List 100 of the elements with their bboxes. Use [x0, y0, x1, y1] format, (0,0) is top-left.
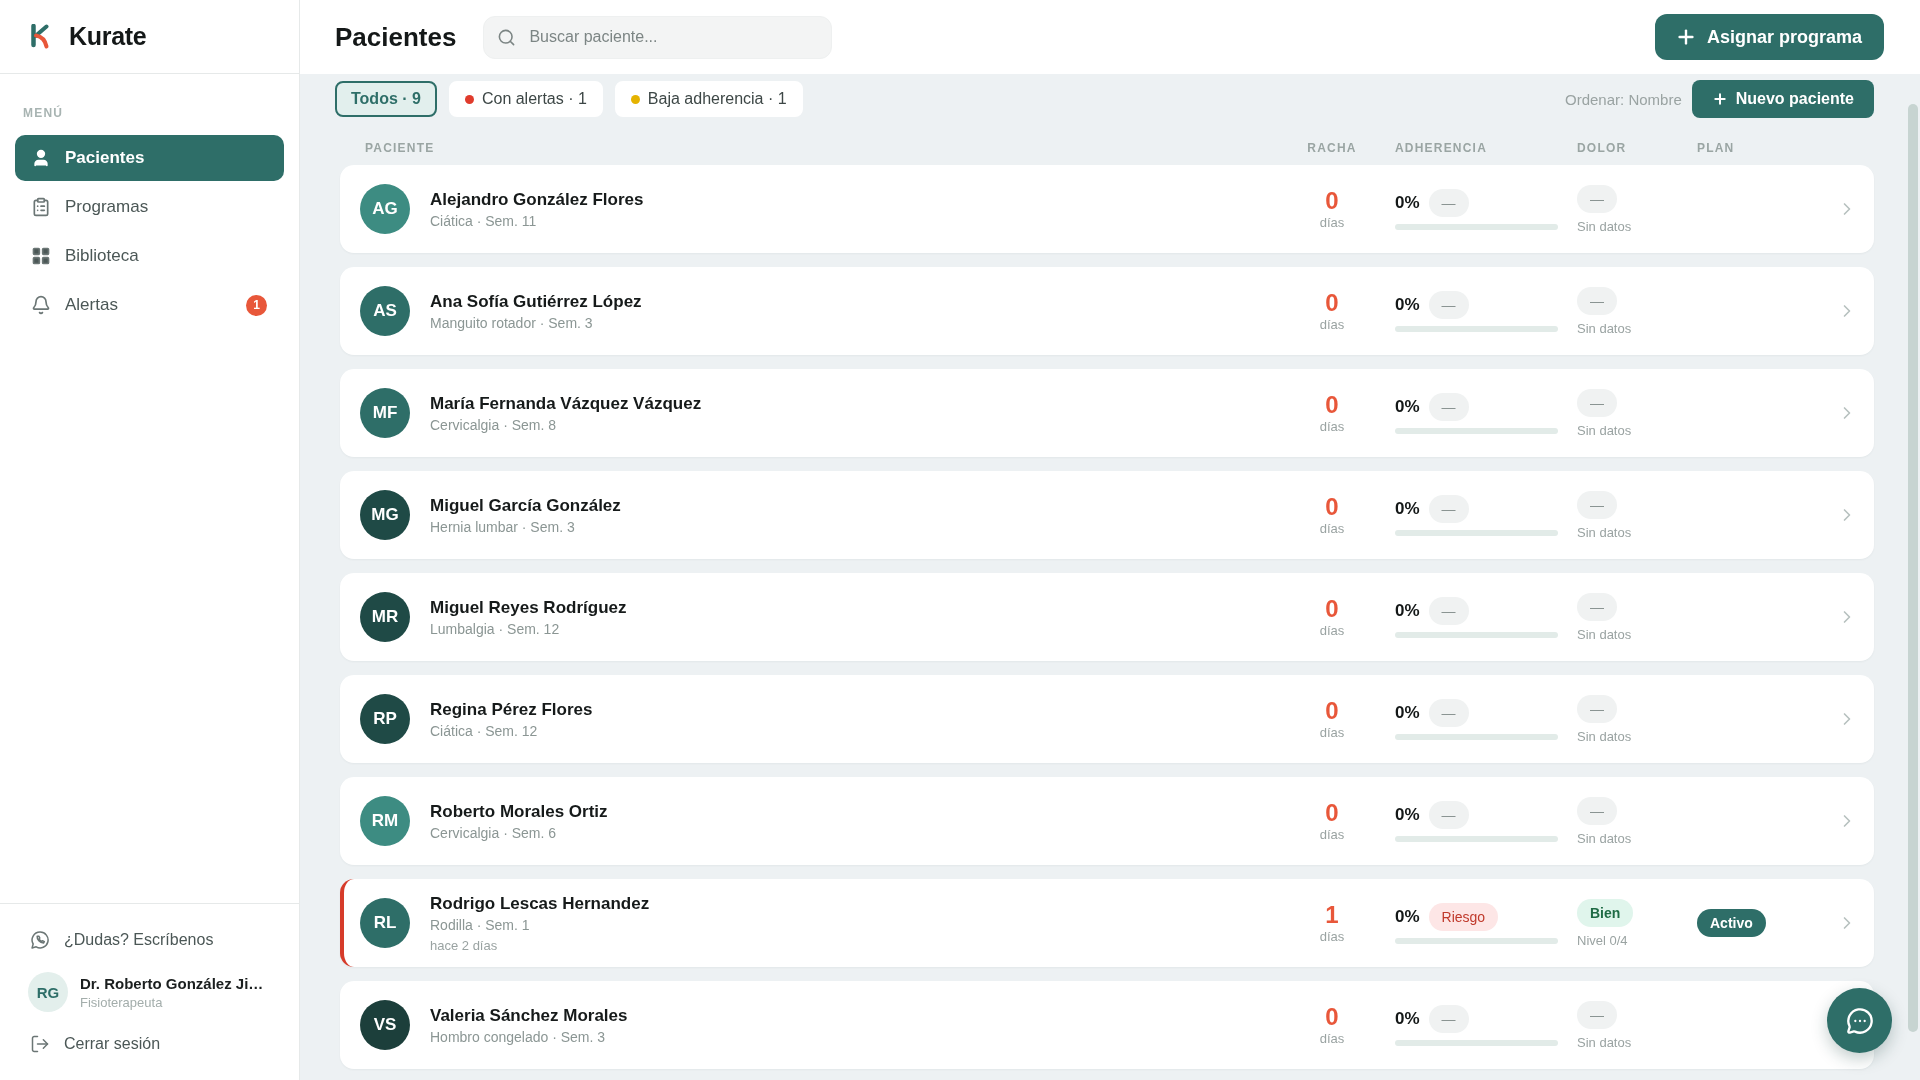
adherence-value: 0%	[1395, 906, 1420, 927]
patient-condition: Lumbalgia · Sem. 12	[430, 620, 561, 637]
phone-bubble-icon	[30, 930, 50, 950]
help-link[interactable]: ¿Dudas? Escríbenos	[30, 930, 214, 950]
page-title: Pacientes	[335, 21, 457, 53]
patient-condition: Cervicalgia · Sem. 6	[430, 824, 558, 841]
patient-condition: Cervicalgia · Sem. 8	[430, 416, 558, 433]
assign-program-button[interactable]: Asignar programa	[1654, 14, 1884, 60]
patient-row[interactable]: AS Ana Sofía Gutiérrez López Manguito rotador · Sem. 3 0 días 0% — — Sin datos	[340, 267, 1874, 355]
patient-name: Miguel García González	[430, 495, 621, 516]
nav-item[interactable]: Programas	[15, 184, 284, 230]
menu-section-label: MENÚ	[22, 106, 64, 120]
patient-row[interactable]: AG Alejandro González Flores Ciática · Sem. 11 0 días 0% — — Sin datos	[340, 165, 1874, 253]
patient-condition: Ciática · Sem. 11	[430, 212, 538, 229]
nav-item[interactable]: Pacientes	[15, 135, 284, 181]
search-field[interactable]: Buscar paciente...	[483, 15, 833, 59]
chat-bubble-icon	[1845, 1006, 1874, 1035]
adherence-badge: —	[1428, 188, 1469, 217]
patient-row[interactable]: RP Regina Pérez Flores Ciática · Sem. 12 0 días 0% — — Sin datos	[340, 675, 1874, 763]
patient-initials-avatar: MR	[360, 592, 410, 642]
patient-condition: Hernia lumbar · Sem. 3	[430, 518, 576, 535]
brand-name: Kurate	[69, 22, 147, 51]
filter-chip[interactable]: Baja adherencia · 1	[614, 81, 803, 117]
patient-initials-avatar: MG	[360, 490, 410, 540]
patient-initials-avatar: VS	[360, 1000, 410, 1050]
pain-note: Sin datos	[1577, 728, 1632, 744]
logout-icon	[30, 1034, 50, 1054]
patient-name: Regina Pérez Flores	[430, 699, 593, 720]
patient-name: Alejandro González Flores	[430, 189, 644, 210]
column-header: RACHA	[1306, 141, 1358, 155]
bell-icon	[31, 295, 51, 315]
nav-item[interactable]: Biblioteca	[15, 233, 284, 279]
pain-badge: —	[1577, 1000, 1617, 1029]
patient-name: Ana Sofía Gutiérrez López	[430, 291, 642, 312]
column-header: PLAN	[1697, 141, 1736, 155]
adherence-badge: —	[1428, 392, 1469, 421]
search-icon	[497, 27, 517, 47]
patient-initials-avatar: MF	[360, 388, 410, 438]
adherence-badge: —	[1428, 1004, 1469, 1033]
clipboard-icon	[31, 197, 51, 217]
pain-badge: —	[1577, 388, 1617, 417]
patient-name: María Fernanda Vázquez Vázquez	[430, 393, 702, 414]
pain-note: Sin datos	[1577, 218, 1632, 234]
column-header: PACIENTE	[365, 141, 436, 155]
patient-initials-avatar: RM	[360, 796, 410, 846]
patient-row[interactable]: VS Valeria Sánchez Morales Hombro congelado · Sem. 3 0 días 0% — — Sin datos	[340, 981, 1874, 1069]
patient-row[interactable]: MG Miguel García González Hernia lumbar · Sem. 3 0 días 0% — — Sin datos	[340, 471, 1874, 559]
user-role: Fisioterapeuta	[80, 994, 164, 1010]
adherence-value: 0%	[1395, 294, 1420, 315]
streak-unit: días	[1319, 929, 1345, 945]
adherence-value: 0%	[1395, 1008, 1420, 1029]
pain-note: Sin datos	[1577, 626, 1632, 642]
streak-count: 0	[1325, 289, 1339, 317]
streak-unit: días	[1319, 521, 1345, 537]
adherence-value: 0%	[1395, 192, 1420, 213]
adherence-badge: Riesgo	[1428, 902, 1499, 931]
column-header: ADHERENCIA	[1394, 141, 1488, 155]
adherence-value: 0%	[1395, 498, 1420, 519]
streak-count: 0	[1325, 799, 1339, 827]
streak-unit: días	[1319, 725, 1345, 741]
pain-badge: —	[1577, 184, 1617, 213]
pain-note: Sin datos	[1577, 422, 1632, 438]
nav-item[interactable]: Alertas 1	[15, 282, 284, 328]
patient-row[interactable]: MR Miguel Reyes Rodríguez Lumbalgia · Sem. 12 0 días 0% — — Sin datos	[340, 573, 1874, 661]
plus-icon	[1711, 91, 1728, 107]
pain-note: Sin datos	[1577, 1034, 1632, 1050]
last-activity: hace 2 días	[430, 937, 499, 953]
patient-name: Valeria Sánchez Morales	[430, 1005, 628, 1026]
streak-unit: días	[1319, 419, 1345, 435]
patient-row[interactable]: RL Rodrigo Lescas Hernandez Rodilla · Sem. 1 hace 2 días 1 días 0% Riesgo Bien Nivel 0/4 Activo	[340, 879, 1874, 967]
patient-condition: Rodilla · Sem. 1	[430, 916, 531, 933]
adherence-value: 0%	[1395, 600, 1420, 621]
streak-unit: días	[1319, 317, 1345, 333]
filter-chip[interactable]: Con alertas · 1	[448, 81, 603, 117]
streak-count: 0	[1325, 595, 1339, 623]
patient-condition: Hombro congelado · Sem. 3	[430, 1028, 607, 1045]
filter-chip[interactable]: Todos · 9	[335, 81, 437, 117]
streak-unit: días	[1319, 1031, 1345, 1047]
logout-link[interactable]: Cerrar sesión	[30, 1034, 161, 1054]
patient-name: Rodrigo Lescas Hernandez	[430, 893, 650, 914]
alert-count-badge: 1	[246, 294, 267, 316]
pain-note: Nivel 0/4	[1577, 932, 1628, 948]
streak-unit: días	[1319, 215, 1345, 231]
adherence-badge: —	[1428, 290, 1469, 319]
patient-name: Miguel Reyes Rodríguez	[430, 597, 627, 618]
streak-unit: días	[1319, 827, 1345, 843]
column-header: DOLOR	[1577, 141, 1628, 155]
patient-row[interactable]: MF María Fernanda Vázquez Vázquez Cervicalgia · Sem. 8 0 días 0% — — Sin datos	[340, 369, 1874, 457]
person-icon	[31, 148, 51, 168]
new-patient-button[interactable]: Nuevo paciente	[1691, 80, 1874, 118]
streak-count: 0	[1325, 391, 1339, 419]
pain-badge: —	[1577, 796, 1617, 825]
streak-count: 0	[1325, 697, 1339, 725]
scrollbar-thumb[interactable]	[1908, 104, 1918, 1032]
adherence-badge: —	[1428, 494, 1469, 523]
patient-row[interactable]: RM Roberto Morales Ortiz Cervicalgia · Sem. 6 0 días 0% — — Sin datos	[340, 777, 1874, 865]
pain-badge: Bien	[1577, 898, 1634, 927]
adherence-value: 0%	[1395, 804, 1420, 825]
pain-badge: —	[1577, 286, 1617, 315]
patient-initials-avatar: AS	[360, 286, 410, 336]
